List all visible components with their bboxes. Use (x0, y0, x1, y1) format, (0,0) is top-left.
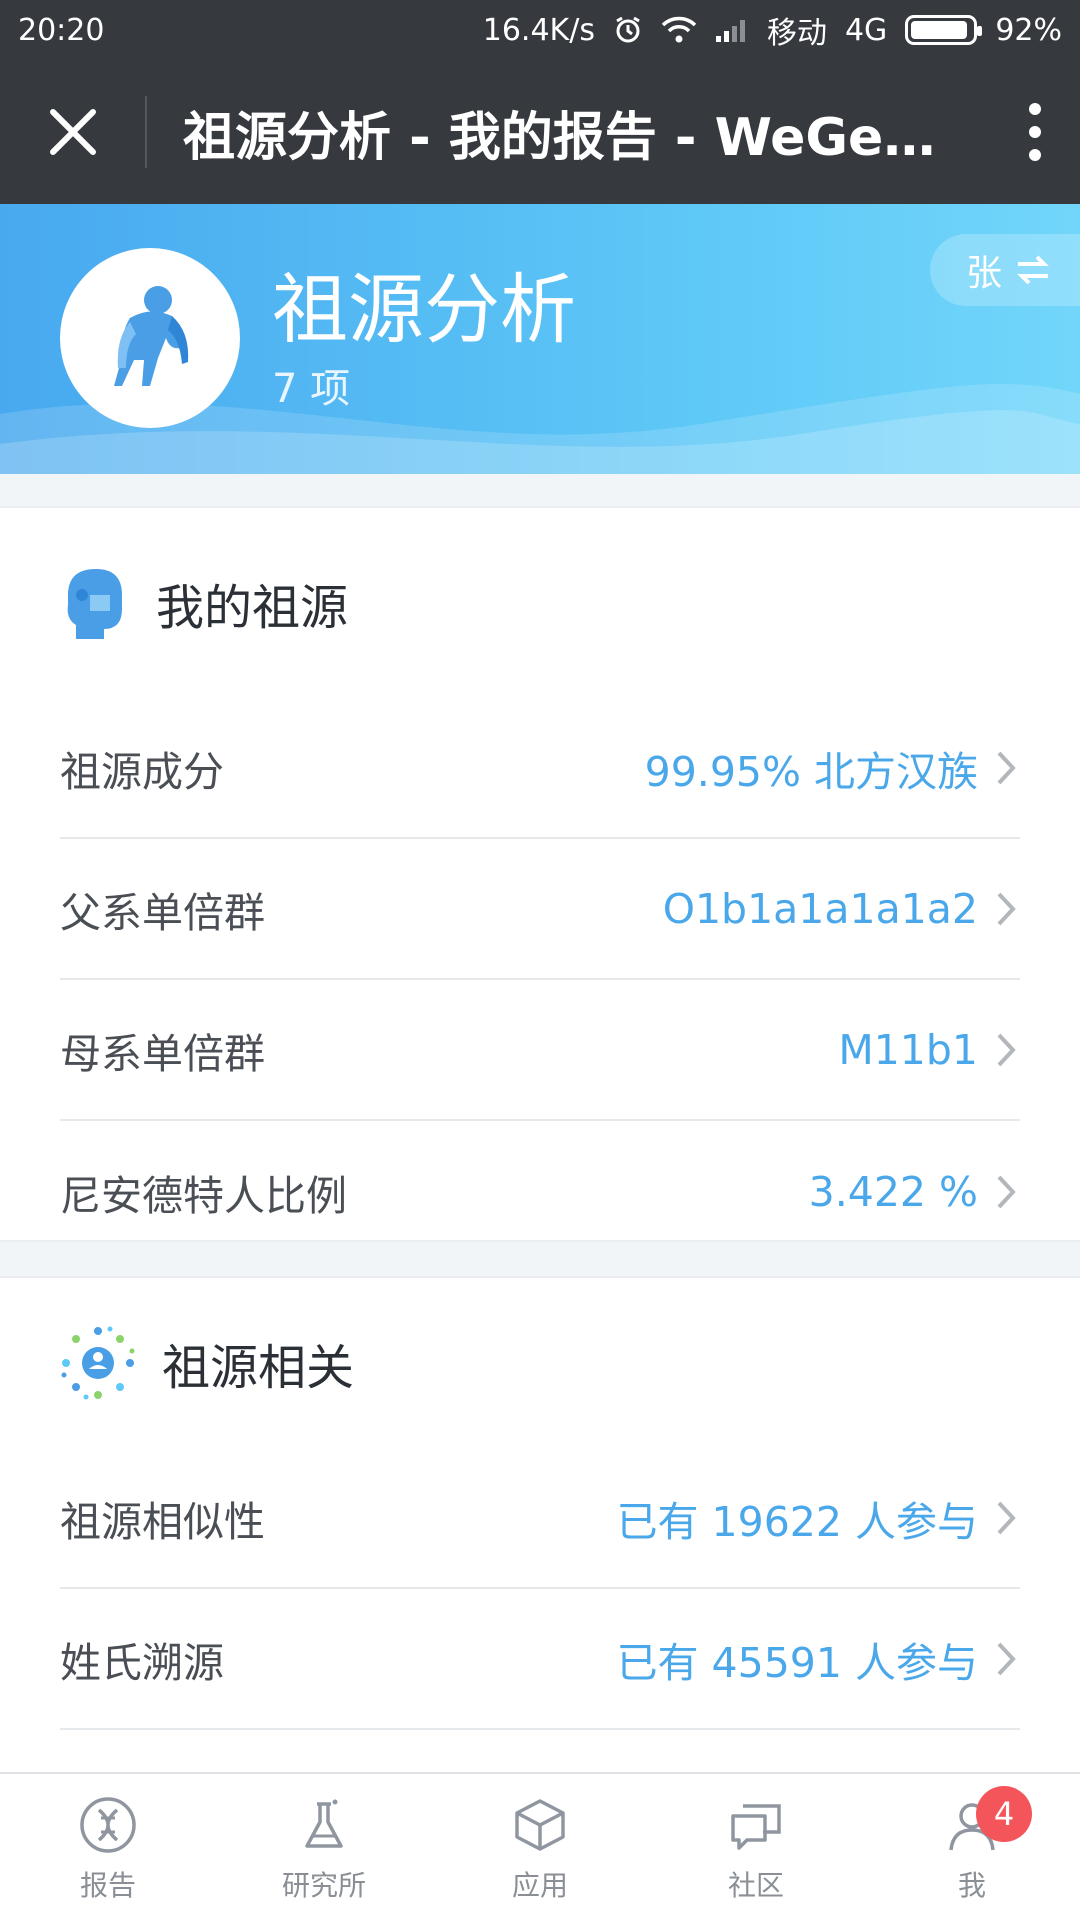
tab-label: 应用 (511, 1869, 568, 1902)
list-item-paternal-haplogroup[interactable]: 父系单倍群 O1b1a1a1a1a2 (60, 839, 1020, 980)
hero-banner: 祖源分析 7 项 张 (0, 204, 1080, 474)
row-label: 母系单倍群 (60, 1029, 265, 1078)
row-value: 3.422 % (808, 1167, 978, 1216)
status-bar: 20:20 16.4K/s 移动 4G 92% (0, 0, 1080, 60)
network-people-icon (61, 1326, 135, 1400)
chevron-right-icon (996, 1030, 1020, 1070)
ancestry-related-section: 祖源相关 祖源相似性 已有 19622 人参与 姓氏溯源 已有 45591 人参… (0, 1276, 1080, 1776)
close-button[interactable] (0, 60, 145, 204)
list-item-maternal-haplogroup[interactable]: 母系单倍群 M11b1 (60, 980, 1020, 1121)
chat-icon (731, 1804, 781, 1850)
more-button[interactable] (990, 60, 1080, 204)
row-value: 已有 19622 人参与 (616, 1497, 979, 1546)
carrier-label: 移动 (766, 16, 827, 51)
tab-label: 社区 (727, 1869, 784, 1902)
chevron-right-icon (996, 1172, 1020, 1212)
more-vertical-icon (1029, 103, 1041, 161)
chevron-right-icon (996, 1498, 1020, 1538)
page-title: 祖源分析 - 我的报告 - WeGen... (183, 107, 980, 168)
network-speed: 16.4K/s (482, 12, 595, 48)
page: 20:20 16.4K/s 移动 4G 92% 祖源分析 - 我的报告 - We… (0, 0, 1080, 1920)
tab-community[interactable]: 社区 (648, 1774, 864, 1920)
close-icon (49, 109, 96, 155)
notification-badge: 4 (976, 1786, 1032, 1842)
hero-title: 祖源分析 (272, 265, 576, 354)
status-time: 20:20 (18, 12, 105, 48)
battery-icon (905, 15, 983, 45)
my-ancestry-header: 我的祖源 (0, 508, 1080, 698)
row-label: 父系单倍群 (60, 888, 265, 937)
row-label: 祖源成分 (60, 747, 224, 796)
tab-apps[interactable]: 应用 (432, 1774, 648, 1920)
tab-label: 报告 (79, 1869, 136, 1902)
tab-label: 研究所 (281, 1869, 366, 1902)
chevron-right-icon (996, 1639, 1020, 1679)
flask-icon (305, 1799, 343, 1848)
tab-label: 我 (957, 1869, 986, 1902)
item-count: 7 项 (272, 366, 351, 412)
my-ancestry-title: 我的祖源 (156, 580, 349, 636)
battery-percent: 92% (995, 12, 1062, 48)
network-type: 4G (844, 12, 888, 48)
ape-icon (114, 286, 189, 386)
ape-avatar (60, 248, 240, 428)
wifi-icon (661, 16, 697, 44)
switch-user-button[interactable]: 张 (930, 234, 1080, 306)
row-label: 祖源相似性 (60, 1497, 265, 1546)
row-value: M11b1 (838, 1025, 978, 1074)
ancestry-related-header: 祖源相关 (0, 1278, 1080, 1448)
alarm-icon (613, 15, 643, 45)
row-label: 姓氏溯源 (60, 1638, 224, 1687)
list-item-ancestry-composition[interactable]: 祖源成分 99.95% 北方汉族 (60, 698, 1020, 839)
chevron-right-icon (996, 889, 1020, 929)
signal-icon (715, 17, 749, 43)
list-item-ancestry-similarity[interactable]: 祖源相似性 已有 19622 人参与 (60, 1448, 1020, 1589)
dna-icon (80, 1797, 136, 1853)
list-item-neanderthal-ratio[interactable]: 尼安德特人比例 3.422 % (60, 1121, 1020, 1262)
switch-user-label: 张 (966, 253, 1003, 294)
cube-icon (515, 1799, 565, 1851)
row-label: 尼安德特人比例 (60, 1171, 347, 1220)
switch-icon (1017, 255, 1049, 285)
profile-head-icon (67, 569, 122, 639)
title-bar: 祖源分析 - 我的报告 - WeGen... (0, 60, 1080, 204)
chevron-right-icon (996, 748, 1020, 788)
row-value: O1b1a1a1a1a2 (662, 884, 978, 933)
tab-institute[interactable]: 研究所 (216, 1774, 432, 1920)
ancestry-related-title: 祖源相关 (162, 1340, 355, 1396)
my-ancestry-section: 我的祖源 祖源成分 99.95% 北方汉族 父系单倍群 O1b1a1a1a1a2… (0, 506, 1080, 1242)
list-item-surname-origin[interactable]: 姓氏溯源 已有 45591 人参与 (60, 1589, 1020, 1730)
row-value: 已有 45591 人参与 (616, 1638, 979, 1687)
bottom-nav: 报告 研究所 应用 社区 我 4 (0, 1772, 1080, 1920)
tab-me[interactable]: 我 4 (864, 1774, 1080, 1920)
row-value: 99.95% 北方汉族 (644, 747, 978, 796)
tab-report[interactable]: 报告 (0, 1774, 216, 1920)
